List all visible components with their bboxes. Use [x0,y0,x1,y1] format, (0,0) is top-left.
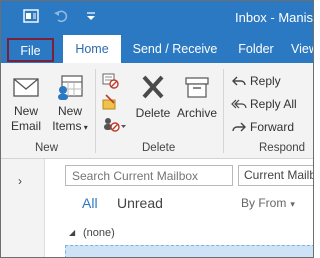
tab-view[interactable]: View [291,35,313,63]
chevron-down-icon: ▾ [290,199,295,209]
archive-label: Archive [176,106,217,120]
outlook-window: Inbox - Manish File Home Send / Receive … [0,0,314,258]
reply-all-label: Reply All [250,97,297,111]
message-group-label: (none) [83,227,115,239]
expand-folder-pane-icon[interactable]: › [18,174,22,188]
new-items-label-line2: Items ▾ [47,119,93,135]
forward-label: Forward [250,120,295,134]
clean-up-icon[interactable] [101,93,119,111]
folder-pane-collapsed: › [1,159,45,257]
archive-button[interactable]: Archive [175,71,219,121]
delete-button[interactable]: Delete [133,71,173,121]
delete-label: Delete [135,106,171,120]
new-items-icon [58,75,83,100]
collapse-triangle-icon: ◢ [69,228,76,237]
filter-unread[interactable]: Unread [117,195,163,211]
title-bar: Inbox - Manish [1,1,314,35]
window-title: Inbox - Manish [235,10,314,25]
new-email-label-line2: Email [10,119,41,133]
reply-all-icon [231,99,247,109]
chevron-down-icon: ▾ [81,123,88,132]
quick-access-dropdown-icon[interactable] [83,8,99,24]
ribbon-home: New Email New Items ▾ New Delete Archive… [1,63,313,159]
sort-by-dropdown[interactable]: By From ▾ [241,196,295,210]
ribbon-tabs: File Home Send / Receive Folder View [1,35,313,63]
selected-message-row[interactable] [65,245,313,257]
reply-label: Reply [250,74,281,88]
new-items-button[interactable]: New Items ▾ [47,73,93,135]
tab-send-receive[interactable]: Send / Receive [126,35,224,63]
ignore-icon[interactable] [101,71,119,89]
outlook-app-icon [23,9,39,23]
new-items-label-line1: New [57,104,82,118]
sort-by-label: By From [241,196,287,210]
new-email-button[interactable]: New Email [7,73,45,134]
undo-icon[interactable] [53,8,69,24]
group-label-respond: Respond [259,142,306,154]
new-items-text: Items [52,119,82,133]
forward-icon [232,122,246,132]
group-label-delete: Delete [142,142,176,154]
tab-file[interactable]: File [7,38,54,62]
group-divider [95,69,96,153]
archive-icon [185,77,209,98]
tab-folder[interactable]: Folder [227,35,285,63]
junk-icon[interactable] [101,115,127,133]
new-email-label-line1: New [13,104,38,118]
group-divider [223,69,224,153]
delete-icon [142,75,164,99]
search-input[interactable] [66,166,232,185]
message-group-header[interactable]: ◢ (none) [65,225,313,243]
new-email-icon [13,78,39,97]
search-box [65,165,233,186]
tab-home[interactable]: Home [63,35,121,63]
group-label-new: New [35,142,59,154]
main-area: › Current Mailbox All Unread By From▾ ◢ … [1,159,313,257]
reply-icon [232,76,246,86]
search-scope-dropdown[interactable]: Current Mailbox [238,165,313,186]
filter-all[interactable]: All [82,195,98,211]
